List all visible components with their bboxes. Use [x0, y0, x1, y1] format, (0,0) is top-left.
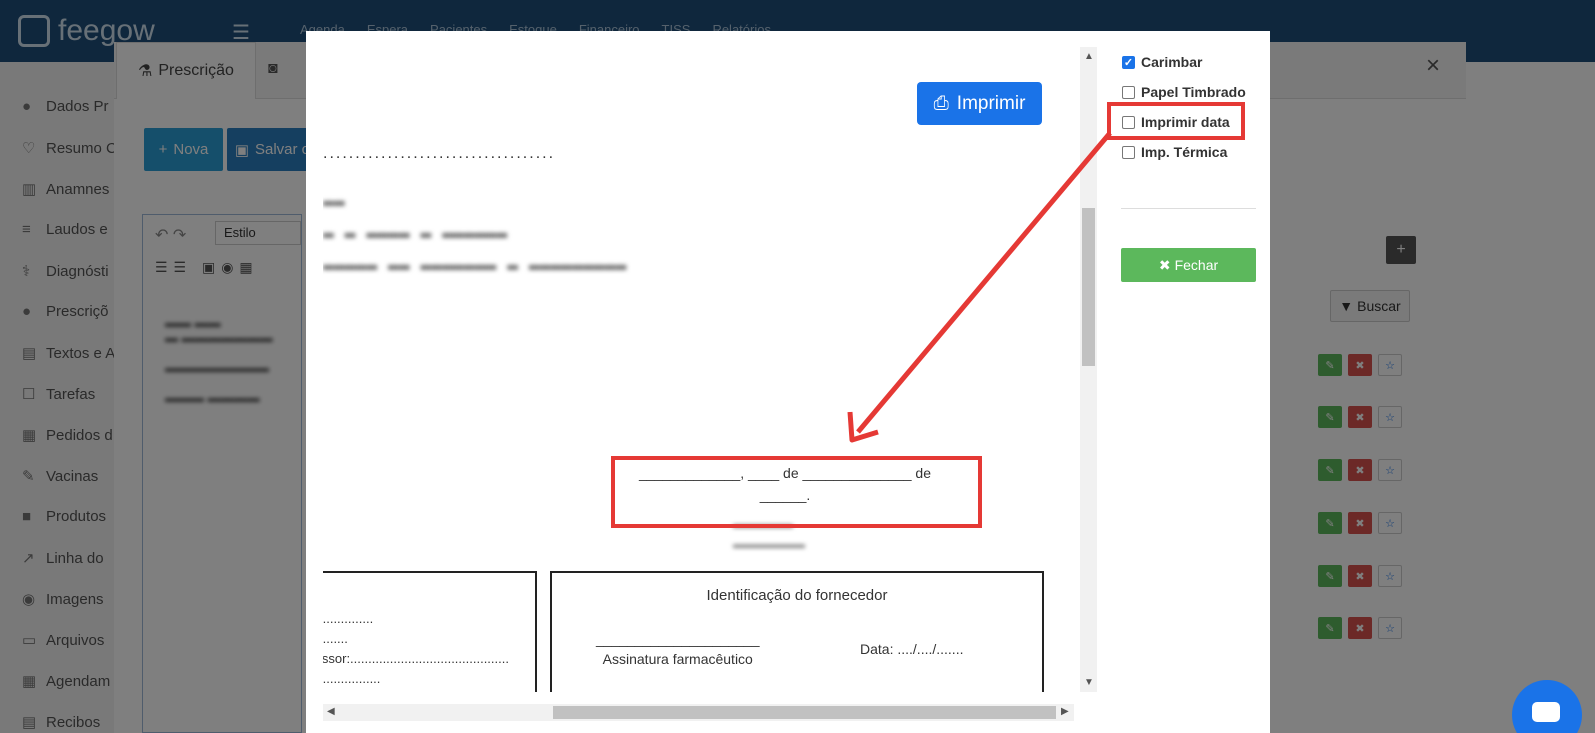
chat-icon [1532, 702, 1560, 722]
annotation-arrow [847, 131, 1112, 443]
arrow-line [856, 131, 1112, 434]
